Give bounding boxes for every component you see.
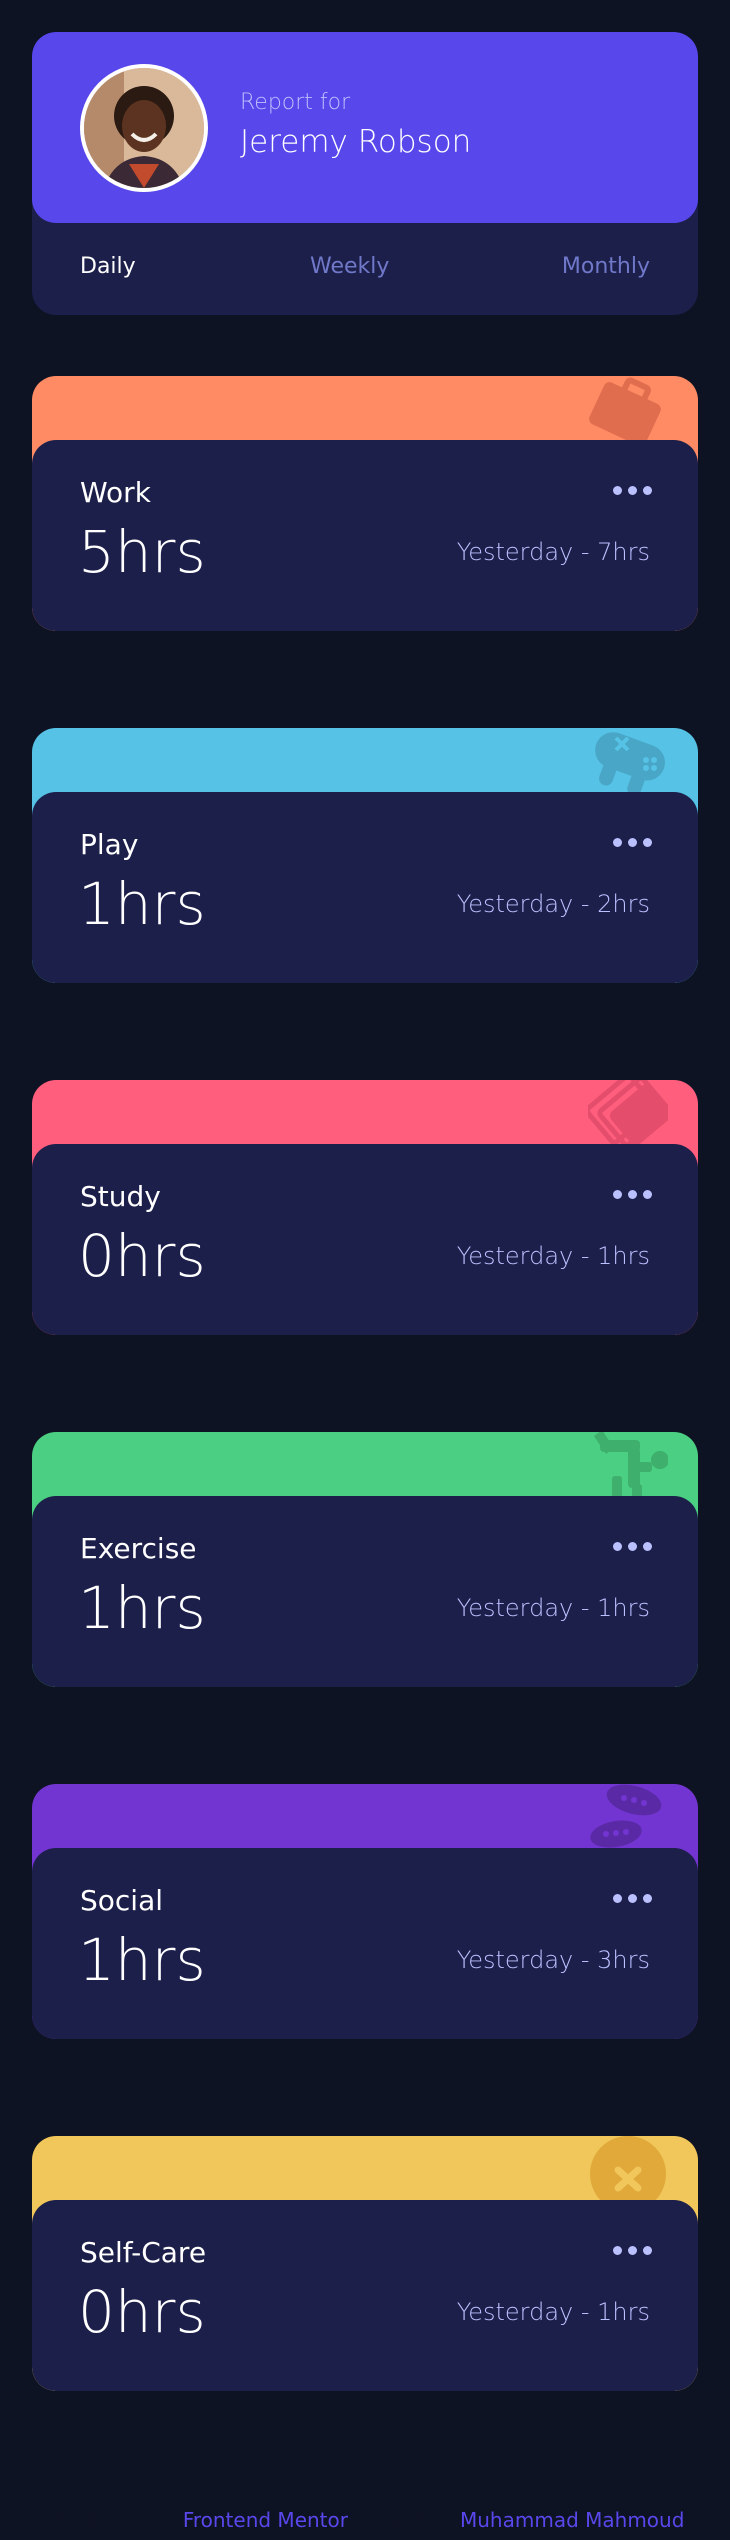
work-icon [589,377,661,447]
card-current-hours: 1hrs [78,1574,206,1642]
card-previous-hours: Yesterday - 1hrs [456,2298,650,2326]
card-current-hours: 0hrs [78,2278,206,2346]
card-current-hours: 0hrs [78,1222,206,1290]
card-previous-hours: Yesterday - 3hrs [456,1946,650,1974]
user-name: Jeremy Robson [240,124,472,160]
play-icon [595,732,665,796]
frontend-mentor-link[interactable]: Frontend Mentor [183,2508,346,2532]
exercise-icon [594,1432,668,1504]
avatar-image [84,68,204,188]
footer-prefix: Challenge by [45,2508,177,2532]
more-options-icon[interactable] [613,1190,652,1199]
card-work: Work 5hrs Yesterday - 7hrs [32,376,698,631]
report-label: Report for [240,90,351,115]
card-title: Study [80,1180,161,1213]
card-previous-hours: Yesterday - 1hrs [456,1242,650,1270]
social-icon [590,1784,662,1848]
avatar [80,64,208,192]
card-body: Exercise 1hrs Yesterday - 1hrs [32,1496,698,1687]
card-title: Work [80,476,151,509]
more-options-icon[interactable] [613,486,652,495]
card-title: Self-Care [80,2236,207,2269]
study-icon [588,1080,668,1148]
card-current-hours: 1hrs [78,870,206,938]
card-current-hours: 1hrs [78,1926,206,1994]
card-title: Social [80,1884,164,1917]
more-options-icon[interactable] [613,838,652,847]
more-options-icon[interactable] [613,1542,652,1551]
card-social: Social 1hrs Yesterday - 3hrs [32,1784,698,2039]
card-body: Study 0hrs Yesterday - 1hrs [32,1144,698,1335]
profile-card: Report for Jeremy Robson Daily Weekly Mo… [32,32,698,315]
author-link[interactable]: Muhammad Mahmoud [460,2508,684,2532]
card-title: Play [80,828,139,861]
card-self-care: Self-Care 0hrs Yesterday - 1hrs [32,2136,698,2391]
card-current-hours: 5hrs [78,518,206,586]
card-study: Study 0hrs Yesterday - 1hrs [32,1080,698,1335]
attribution-footer: Challenge by Frontend Mentor. Coded by M… [0,2508,730,2532]
card-play: Play 1hrs Yesterday - 2hrs [32,728,698,983]
card-title: Exercise [80,1532,197,1565]
card-exercise: Exercise 1hrs Yesterday - 1hrs [32,1432,698,1687]
self-care-icon [590,2136,666,2210]
period-weekly[interactable]: Weekly [310,254,389,279]
profile-header: Report for Jeremy Robson [32,32,698,223]
card-body: Self-Care 0hrs Yesterday - 1hrs [32,2200,698,2391]
card-previous-hours: Yesterday - 7hrs [456,538,650,566]
card-body: Play 1hrs Yesterday - 2hrs [32,792,698,983]
more-options-icon[interactable] [613,2246,652,2255]
card-body: Social 1hrs Yesterday - 3hrs [32,1848,698,2039]
card-previous-hours: Yesterday - 2hrs [456,890,650,918]
more-options-icon[interactable] [613,1894,652,1903]
period-monthly[interactable]: Monthly [562,254,650,279]
card-body: Work 5hrs Yesterday - 7hrs [32,440,698,631]
period-daily[interactable]: Daily [80,254,136,279]
footer-middle: . Coded by [346,2508,454,2532]
card-previous-hours: Yesterday - 1hrs [456,1594,650,1622]
